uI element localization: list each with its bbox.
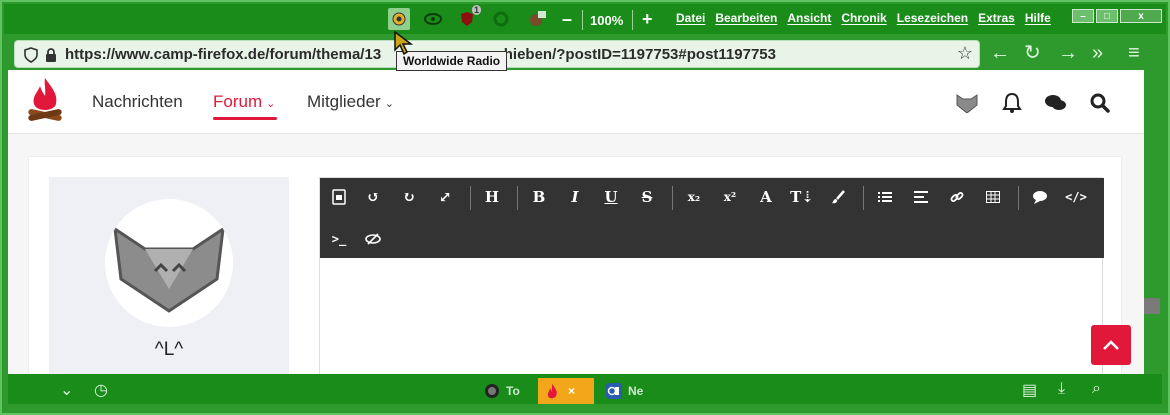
flame-favicon-icon bbox=[547, 384, 557, 399]
fullscreen-icon[interactable]: ⤢ bbox=[432, 184, 458, 210]
editor-toolbar: ↺ ↻ ⤢ H B I U S x₂ x² A T⇣ </> >_ bbox=[320, 178, 1104, 258]
link-icon[interactable] bbox=[944, 184, 970, 210]
undo-icon[interactable]: ↺ bbox=[360, 184, 386, 210]
bell-icon[interactable] bbox=[1001, 92, 1023, 114]
terminal-icon[interactable]: >_ bbox=[326, 226, 352, 252]
ublock-icon[interactable]: 1 bbox=[456, 5, 481, 30]
camp-firefox-logo[interactable] bbox=[26, 76, 64, 126]
tab-favicon-icon bbox=[485, 384, 499, 398]
close-window-button[interactable]: x bbox=[1120, 9, 1162, 23]
nav-forum[interactable]: Forum ⌄ bbox=[213, 92, 275, 112]
radio-addon-icon[interactable] bbox=[388, 8, 410, 30]
nav-nachrichten[interactable]: Nachrichten bbox=[92, 92, 183, 112]
toolbar-divider bbox=[582, 10, 583, 30]
scroll-to-top-button[interactable] bbox=[1091, 325, 1131, 365]
underline-button[interactable]: U bbox=[598, 184, 624, 210]
code-icon[interactable]: </> bbox=[1063, 184, 1089, 210]
download-icon[interactable]: ⤓ bbox=[1058, 380, 1065, 398]
search-icon[interactable]: ⌕ bbox=[1092, 380, 1101, 398]
cookie-addon-icon[interactable] bbox=[526, 8, 548, 30]
subscript-button[interactable]: x₂ bbox=[681, 184, 707, 210]
tab-bar: ⌄ ◷ To × Ne ▤ ⤓ ⌕ bbox=[8, 374, 1162, 404]
ublock-badge: 1 bbox=[471, 5, 481, 15]
user-sidebar: ^L^ bbox=[49, 177, 289, 374]
heading-button[interactable]: H bbox=[479, 184, 505, 210]
paint-brush-icon[interactable] bbox=[825, 184, 851, 210]
overflow-icon[interactable]: » bbox=[1092, 42, 1103, 64]
menu-chronik[interactable]: Chronik bbox=[841, 11, 886, 25]
menu-hilfe[interactable]: Hilfe bbox=[1025, 11, 1051, 25]
user-avatar-icon[interactable] bbox=[956, 92, 978, 114]
back-icon[interactable]: ← bbox=[990, 42, 1010, 64]
superscript-button[interactable]: x² bbox=[717, 184, 743, 210]
mouse-cursor-icon bbox=[394, 30, 414, 56]
tab-camp-firefox[interactable]: × bbox=[538, 378, 594, 404]
spoiler-icon[interactable] bbox=[360, 226, 386, 252]
toolbar-divider bbox=[470, 186, 471, 210]
zoom-out-button[interactable]: – bbox=[562, 8, 572, 30]
active-nav-underline bbox=[213, 117, 277, 120]
text-editor[interactable]: ↺ ↻ ⤢ H B I U S x₂ x² A T⇣ </> >_ bbox=[319, 177, 1104, 374]
menu-bearbeiten[interactable]: Bearbeiten bbox=[715, 11, 777, 25]
scrollbar-thumb[interactable] bbox=[1144, 298, 1160, 314]
quote-icon[interactable] bbox=[1027, 184, 1053, 210]
redo-icon[interactable]: ↻ bbox=[396, 184, 422, 210]
align-icon[interactable] bbox=[908, 184, 934, 210]
menu-lesezeichen[interactable]: Lesezeichen bbox=[897, 11, 968, 25]
maximize-button[interactable]: □ bbox=[1096, 9, 1118, 23]
tab-to[interactable]: To bbox=[484, 378, 520, 404]
toolbar-divider bbox=[1018, 186, 1019, 210]
bookmark-star-icon[interactable]: ☆ bbox=[957, 43, 973, 64]
nav-mitglieder[interactable]: Mitglieder ⌄ bbox=[307, 92, 394, 112]
site-header: Nachrichten Forum ⌄ Mitglieder ⌄ bbox=[8, 70, 1144, 134]
zoom-in-button[interactable]: + bbox=[642, 8, 653, 30]
menu-extras[interactable]: Extras bbox=[978, 11, 1015, 25]
italic-button[interactable]: I bbox=[562, 184, 588, 210]
list-icon[interactable] bbox=[872, 184, 898, 210]
eye-addon-icon[interactable] bbox=[422, 8, 444, 30]
lock-icon[interactable] bbox=[43, 47, 59, 63]
toolbar-divider bbox=[517, 186, 518, 210]
clock-icon[interactable]: ◷ bbox=[94, 380, 108, 400]
green-addon-icon[interactable] bbox=[490, 8, 512, 30]
source-icon[interactable] bbox=[326, 184, 352, 210]
chevron-down-icon: ⌄ bbox=[384, 98, 394, 110]
forward-icon[interactable]: → bbox=[1058, 42, 1078, 64]
menu-bar: Datei Bearbeiten Ansicht Chronik Lesezei… bbox=[676, 11, 1051, 25]
conversations-icon[interactable] bbox=[1044, 92, 1066, 114]
table-icon[interactable] bbox=[980, 184, 1006, 210]
reload-icon[interactable]: ↻ bbox=[1024, 42, 1041, 64]
font-color-button[interactable]: A bbox=[753, 184, 779, 210]
cb-favicon-icon bbox=[606, 383, 622, 399]
tab-ne[interactable]: Ne bbox=[606, 378, 643, 404]
zoom-level[interactable]: 100% bbox=[590, 13, 623, 28]
shield-icon[interactable] bbox=[23, 47, 39, 63]
chevron-down-icon: ⌄ bbox=[266, 98, 276, 110]
chevron-down-icon[interactable]: ⌄ bbox=[60, 380, 73, 400]
avatar[interactable] bbox=[105, 199, 233, 327]
font-size-button[interactable]: T⇣ bbox=[789, 184, 815, 210]
post-panel: ^L^ ↺ ↻ ⤢ H B I U S x₂ x² A T⇣ </> >_ bbox=[28, 156, 1122, 374]
minimize-button[interactable]: – bbox=[1072, 9, 1094, 23]
web-content: Nachrichten Forum ⌄ Mitglieder ⌄ ^L^ ↺ ↻… bbox=[8, 70, 1144, 374]
fox-avatar-icon bbox=[113, 225, 225, 313]
toolbar-divider bbox=[672, 186, 673, 210]
bold-button[interactable]: B bbox=[526, 184, 552, 210]
strikethrough-button[interactable]: S bbox=[634, 184, 660, 210]
toolbar-divider bbox=[632, 10, 633, 30]
menu-ansicht[interactable]: Ansicht bbox=[787, 11, 831, 25]
search-icon[interactable] bbox=[1089, 92, 1111, 114]
hamburger-menu-icon[interactable]: ≡ bbox=[1128, 42, 1140, 64]
menu-datei[interactable]: Datei bbox=[676, 11, 705, 25]
toolbar-divider bbox=[863, 186, 864, 210]
username[interactable]: ^L^ bbox=[49, 339, 289, 361]
vertical-scrollbar[interactable] bbox=[1144, 70, 1162, 374]
bookmark-sidebar-icon[interactable]: ▤ bbox=[1022, 380, 1037, 400]
tab-close-icon[interactable]: × bbox=[568, 384, 575, 398]
